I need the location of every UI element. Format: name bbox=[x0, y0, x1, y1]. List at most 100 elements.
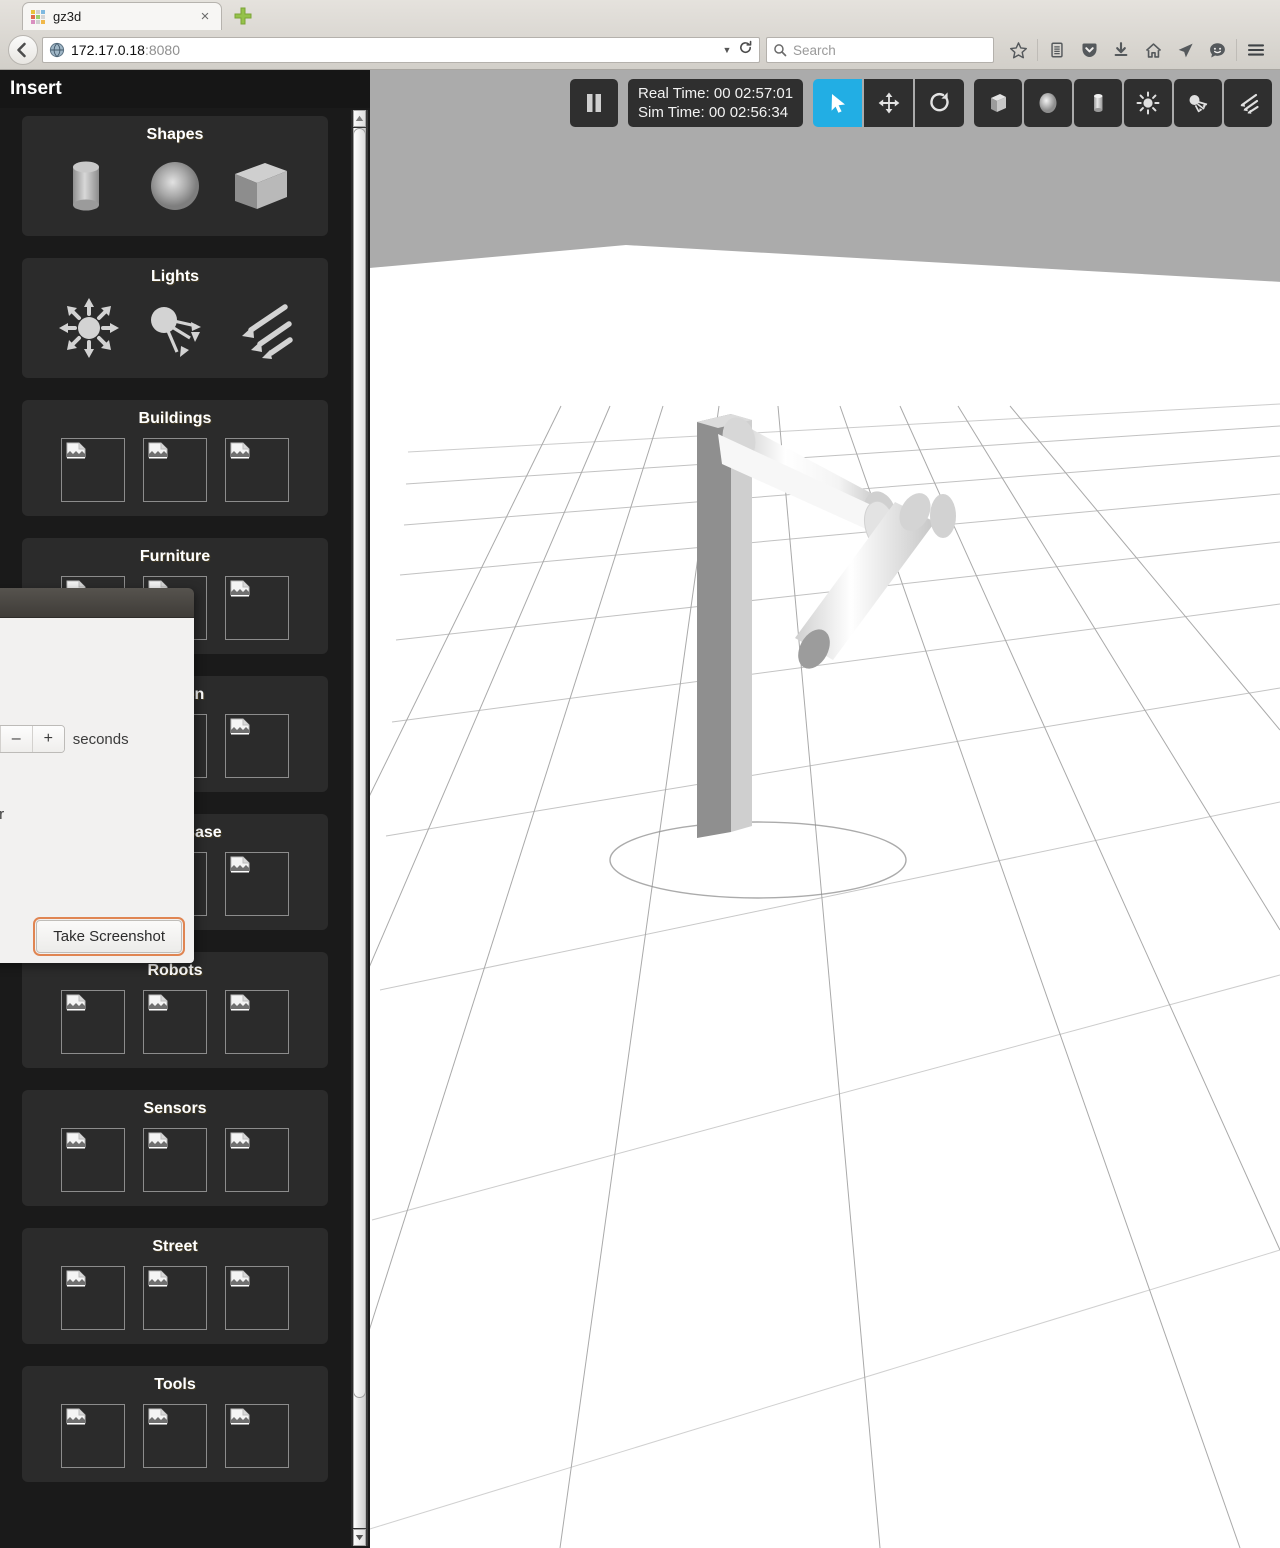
delay-decrement-button[interactable]: – bbox=[0, 726, 32, 752]
insert-cylinder-item[interactable] bbox=[55, 154, 123, 222]
send-tab-icon[interactable] bbox=[1169, 35, 1201, 65]
insert-model-thumb[interactable] bbox=[225, 852, 289, 916]
delay-suffix-label: seconds bbox=[72, 730, 129, 748]
insert-directional-light-item[interactable] bbox=[227, 296, 295, 364]
insert-directional-light-button[interactable] bbox=[1224, 79, 1273, 127]
insert-model-thumb[interactable] bbox=[225, 1404, 289, 1468]
effects-section-label: Effects bbox=[0, 775, 178, 792]
screenshot-dialog[interactable]: Grab the whole screen Grab the current w… bbox=[0, 588, 194, 963]
insert-section-title: Shapes bbox=[146, 126, 204, 143]
bookmark-star-icon[interactable] bbox=[1002, 35, 1034, 65]
menu-hamburger-icon[interactable] bbox=[1240, 35, 1272, 65]
toolbar-divider bbox=[1037, 39, 1038, 61]
scroll-up-arrow-icon[interactable] bbox=[353, 110, 366, 127]
insert-point-light-button[interactable] bbox=[1124, 79, 1173, 127]
manipulation-mode-group bbox=[813, 79, 965, 127]
select-mode-button[interactable] bbox=[813, 79, 863, 127]
insert-section: Sensors bbox=[22, 1090, 328, 1206]
reader-list-icon[interactable] bbox=[1041, 35, 1073, 65]
insert-cylinder-button[interactable] bbox=[1074, 79, 1123, 127]
pause-button[interactable] bbox=[570, 79, 618, 127]
insert-model-thumb[interactable] bbox=[61, 1266, 125, 1330]
insert-model-thumb[interactable] bbox=[225, 438, 289, 502]
include-border-label: Include the window border bbox=[0, 806, 5, 823]
take-screenshot-button[interactable]: Take Screenshot bbox=[33, 917, 185, 956]
option-select-area[interactable]: Select area to grab bbox=[0, 694, 178, 711]
insert-model-thumb[interactable] bbox=[225, 990, 289, 1054]
insert-model-thumb[interactable] bbox=[61, 990, 125, 1054]
insert-panel-scrollbar[interactable] bbox=[351, 110, 368, 1546]
broken-image-icon bbox=[147, 1270, 169, 1292]
insert-section: Buildings bbox=[22, 400, 328, 516]
insert-model-thumb[interactable] bbox=[143, 1266, 207, 1330]
search-bar[interactable]: Search bbox=[766, 37, 994, 63]
insert-section: Lights bbox=[22, 258, 328, 378]
robot-pole bbox=[697, 414, 752, 838]
home-icon[interactable] bbox=[1137, 35, 1169, 65]
feedback-smiley-icon[interactable] bbox=[1201, 35, 1233, 65]
back-arrow-icon bbox=[17, 42, 26, 58]
chevron-down-icon[interactable]: ▼ bbox=[719, 45, 735, 55]
broken-image-icon bbox=[65, 1132, 87, 1154]
broken-image-icon bbox=[147, 994, 169, 1016]
scrollbar-thumb[interactable] bbox=[353, 128, 366, 1398]
insert-model-thumb[interactable] bbox=[143, 438, 207, 502]
insert-model-thumb[interactable] bbox=[225, 1128, 289, 1192]
insert-section-title: Street bbox=[152, 1238, 198, 1255]
insert-section-items bbox=[34, 1266, 316, 1330]
insert-spot-light-button[interactable] bbox=[1174, 79, 1223, 127]
model-shadow bbox=[609, 821, 907, 899]
insert-sphere-item[interactable] bbox=[141, 154, 209, 222]
dialog-content: Grab the whole screen Grab the current w… bbox=[0, 618, 194, 963]
insert-spot-light-item[interactable] bbox=[141, 296, 209, 364]
browser-tab[interactable]: gz3d × bbox=[22, 2, 222, 30]
insert-model-thumb[interactable] bbox=[225, 576, 289, 640]
insert-model-thumb[interactable] bbox=[61, 1404, 125, 1468]
downloads-icon[interactable] bbox=[1105, 35, 1137, 65]
delay-row: Grab after a delay of 0 – + seconds bbox=[0, 725, 178, 753]
tab-strip: gz3d × bbox=[0, 0, 1280, 30]
reload-icon[interactable] bbox=[735, 40, 755, 60]
insert-sphere-button[interactable] bbox=[1024, 79, 1073, 127]
rotate-mode-button[interactable] bbox=[915, 79, 965, 127]
insert-model-thumb[interactable] bbox=[143, 1404, 207, 1468]
insert-model-thumb[interactable] bbox=[225, 714, 289, 778]
cursor-arrow-icon bbox=[831, 94, 845, 113]
insert-box-button[interactable] bbox=[974, 79, 1023, 127]
rotate-arrows-icon bbox=[929, 92, 949, 112]
url-bar[interactable]: 172.17.0.18:8080 ▼ bbox=[42, 37, 760, 63]
dialog-titlebar[interactable] bbox=[0, 588, 194, 618]
insert-model-thumb[interactable] bbox=[61, 438, 125, 502]
delay-increment-button[interactable]: + bbox=[31, 726, 64, 752]
broken-image-icon bbox=[229, 442, 251, 464]
insert-model-thumb[interactable] bbox=[225, 1266, 289, 1330]
delay-stepper[interactable]: 0 – + bbox=[0, 725, 65, 753]
panel-title: Insert bbox=[0, 70, 370, 108]
cube-icon bbox=[991, 94, 1007, 112]
search-placeholder: Search bbox=[793, 42, 836, 58]
insert-box-item[interactable] bbox=[227, 154, 295, 222]
translate-mode-button[interactable] bbox=[864, 79, 914, 127]
option-whole-screen[interactable]: Grab the whole screen bbox=[0, 632, 178, 649]
insert-section-items bbox=[34, 1404, 316, 1468]
pocket-icon[interactable] bbox=[1073, 35, 1105, 65]
insert-model-thumb[interactable] bbox=[61, 1128, 125, 1192]
insert-section: Shapes bbox=[22, 116, 328, 236]
option-include-border[interactable]: Include the window border bbox=[0, 806, 178, 823]
insert-model-thumb[interactable] bbox=[143, 990, 207, 1054]
spot-light-icon bbox=[140, 295, 210, 366]
url-port: :8080 bbox=[144, 42, 181, 58]
option-current-window[interactable]: Grab the current window bbox=[0, 663, 178, 680]
insert-section: Tools bbox=[22, 1366, 328, 1482]
insert-section: Street bbox=[22, 1228, 328, 1344]
new-tab-button[interactable] bbox=[232, 5, 254, 27]
insert-section-title: Furniture bbox=[139, 548, 211, 565]
url-host: 172.17.0.18 bbox=[71, 42, 145, 58]
insert-model-thumb[interactable] bbox=[143, 1128, 207, 1192]
pause-icon bbox=[587, 94, 601, 112]
sim-time-label: Sim Time: 00 02:56:34 bbox=[638, 104, 789, 121]
close-icon[interactable]: × bbox=[197, 9, 213, 24]
back-button[interactable] bbox=[8, 35, 38, 65]
insert-point-light-item[interactable] bbox=[55, 296, 123, 364]
scroll-down-arrow-icon[interactable] bbox=[353, 1529, 366, 1546]
